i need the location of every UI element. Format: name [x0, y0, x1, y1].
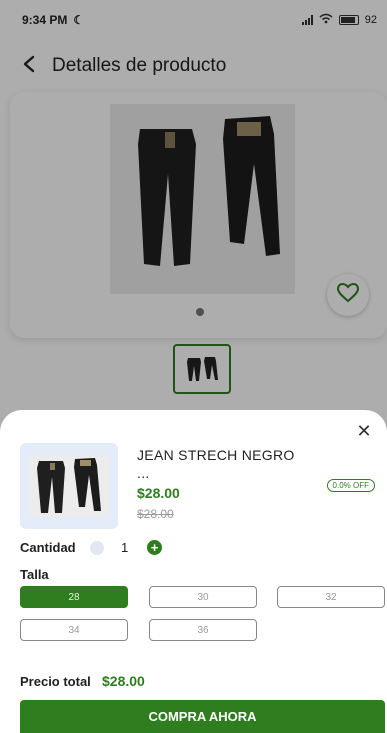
product-thumbnail — [20, 443, 118, 529]
size-option-28[interactable]: 28 — [20, 586, 128, 608]
buy-now-button[interactable]: COMPRA AHORA — [20, 700, 385, 733]
total-price-value: $28.00 — [102, 673, 145, 689]
add-to-cart-sheet: ✕ JEAN STRECH NEGRO ... $28.00 $28.00 0.… — [0, 410, 387, 733]
quantity-increment-button[interactable]: + — [147, 540, 162, 555]
size-option-32[interactable]: 32 — [277, 586, 385, 608]
close-icon[interactable]: ✕ — [353, 420, 375, 442]
discount-badge: 0.0% OFF — [326, 479, 375, 492]
size-option-30[interactable]: 30 — [149, 586, 257, 608]
quantity-value: 1 — [121, 540, 129, 555]
total-price-label: Precio total — [20, 674, 91, 689]
product-old-price: $28.00 — [137, 507, 174, 521]
quantity-label: Cantidad — [20, 540, 76, 555]
size-option-36[interactable]: 36 — [149, 619, 257, 641]
size-option-34[interactable]: 34 — [20, 619, 128, 641]
product-price: $28.00 — [137, 485, 180, 501]
size-label: Talla — [20, 567, 49, 582]
quantity-decrement-button[interactable] — [90, 541, 104, 555]
plus-icon: + — [150, 540, 159, 555]
product-name: JEAN STRECH NEGRO ... — [137, 447, 295, 481]
